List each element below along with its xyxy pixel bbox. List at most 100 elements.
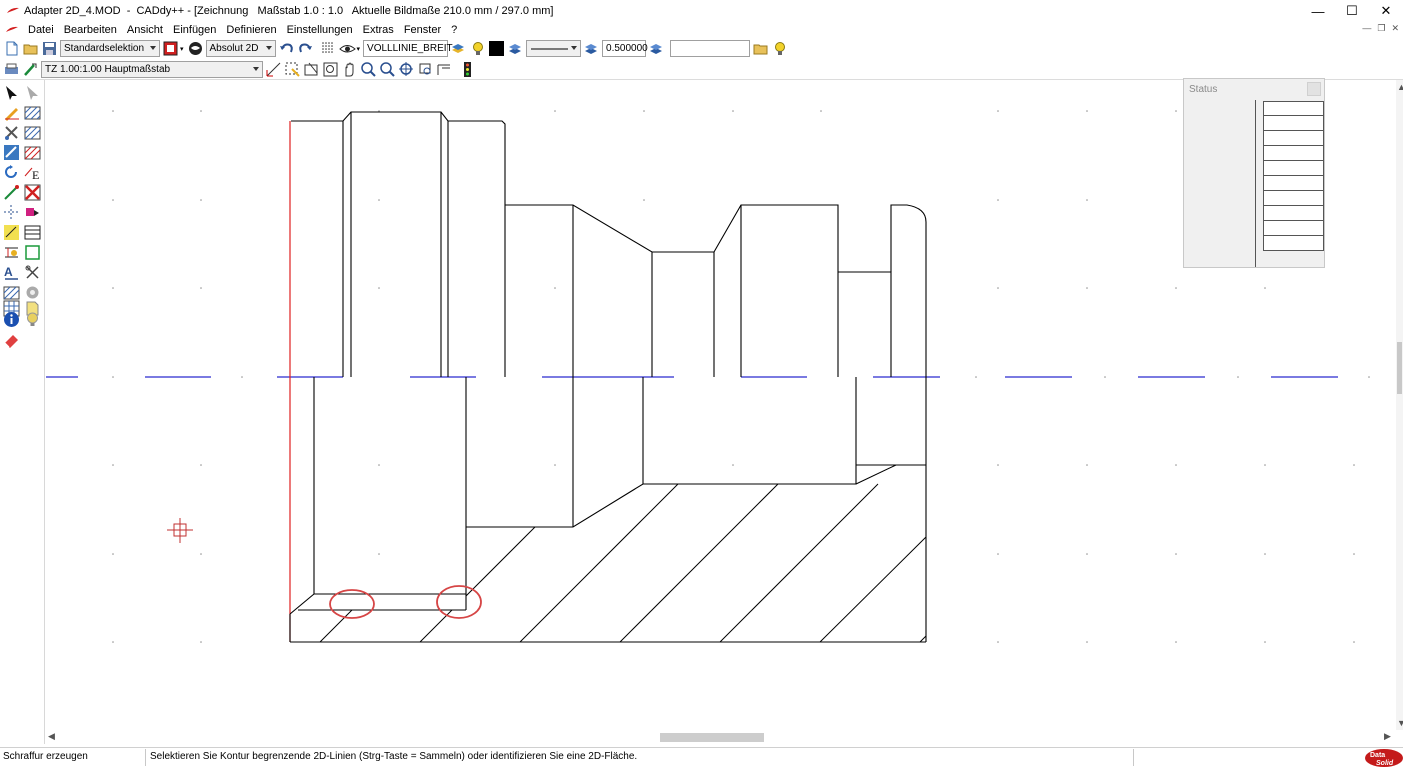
dimension-tool-icon[interactable] (3, 144, 20, 161)
layers-icon[interactable] (507, 40, 524, 57)
menu-help[interactable]: ? (446, 24, 462, 36)
pan-hand-icon[interactable] (341, 61, 358, 78)
horizontal-scrollbar-thumb[interactable] (660, 733, 764, 742)
layer-pick-icon[interactable] (450, 40, 467, 57)
select-arrow-icon[interactable] (3, 84, 20, 101)
select-arrow-gray-icon[interactable] (24, 84, 41, 101)
mdi-restore-icon[interactable]: ❐ (1377, 23, 1385, 34)
menu-extras[interactable]: Extras (358, 24, 399, 36)
hatch-pattern-icon[interactable] (24, 104, 41, 121)
maximize-button[interactable]: ☐ (1335, 0, 1369, 22)
hatch-edit-icon[interactable] (24, 144, 41, 161)
scroll-right-icon[interactable]: ▶ (1384, 731, 1391, 742)
highlight-select-icon[interactable] (3, 224, 20, 241)
menu-fenster[interactable]: Fenster (399, 24, 446, 36)
hatch-fill-icon[interactable] (24, 124, 41, 141)
mdi-close-icon[interactable]: ✕ (1391, 23, 1399, 34)
pen-layer-icon[interactable] (648, 40, 665, 57)
measure-icon[interactable] (265, 61, 282, 78)
rotate-icon[interactable] (3, 164, 20, 181)
line-style-field[interactable]: VOLLLINIE_BREIT (363, 40, 453, 57)
pick-pen-icon[interactable] (22, 61, 39, 78)
scroll-left-icon[interactable]: ◀ (48, 731, 55, 742)
zoom-all-icon[interactable] (322, 61, 339, 78)
line-width-value: 0.500000 (606, 43, 648, 54)
frame-green-icon[interactable] (24, 244, 41, 261)
left-tool-palette: E A (0, 80, 45, 744)
menu-ansicht[interactable]: Ansicht (122, 24, 168, 36)
info-icon[interactable] (3, 311, 20, 328)
menu-bearbeiten[interactable]: Bearbeiten (59, 24, 122, 36)
vertical-scrollbar[interactable] (1396, 80, 1403, 730)
status-panel-close-button[interactable] (1307, 82, 1321, 96)
menu-einfuegen[interactable]: Einfügen (168, 24, 221, 36)
visibility-eye-icon[interactable] (338, 40, 356, 57)
delete-hatch-icon[interactable] (24, 184, 41, 201)
status-row (1263, 146, 1324, 161)
lightbulb-icon[interactable] (469, 40, 486, 57)
lines-list-icon[interactable] (24, 224, 41, 241)
zoom-out-icon[interactable] (379, 61, 396, 78)
chevron-down-icon (150, 46, 156, 50)
vertex-icon[interactable] (3, 184, 20, 201)
dimension-scale-icon[interactable] (3, 244, 20, 261)
dropdown-arrow-icon[interactable]: ▾ (180, 45, 184, 53)
chevron-down-icon (265, 46, 272, 50)
menu-datei[interactable]: Datei (23, 24, 59, 36)
coordinate-mode-dropdown[interactable]: Absolut 2D (205, 40, 276, 57)
coordinate-globe-icon[interactable] (187, 40, 204, 57)
selection-filter-icon[interactable] (162, 40, 179, 57)
tools-scissors-icon[interactable] (3, 124, 20, 141)
status-panel-divider (1255, 100, 1256, 267)
vertical-scrollbar-thumb[interactable] (1397, 342, 1402, 394)
status-row (1263, 221, 1324, 236)
text-pen-icon[interactable]: A (3, 264, 20, 281)
line-width-icon[interactable] (583, 40, 600, 57)
status-row (1263, 191, 1324, 206)
traffic-light-icon[interactable] (459, 61, 476, 78)
text-e-icon[interactable]: E (24, 164, 41, 181)
hatch-lines-icon[interactable] (3, 284, 20, 301)
grid-icon[interactable] (320, 40, 337, 57)
scroll-up-icon[interactable]: ▲ (1397, 82, 1403, 92)
open-folder-icon[interactable] (22, 40, 39, 57)
zoom-in-icon[interactable] (360, 61, 377, 78)
folder-icon[interactable] (752, 40, 769, 57)
view-toolbar: TZ 1.00:1.00 Hauptmaßstab (0, 59, 1403, 80)
dropdown-arrow-icon[interactable]: ▾ (357, 45, 361, 53)
zoom-window-icon[interactable] (284, 61, 301, 78)
bulb-gray-icon[interactable] (24, 311, 41, 328)
lightbulb-on-icon[interactable] (771, 40, 788, 57)
print-icon[interactable] (3, 61, 20, 78)
new-file-icon[interactable] (3, 40, 20, 57)
mdi-minimize-icon[interactable]: — (1362, 23, 1371, 34)
save-icon[interactable] (41, 40, 58, 57)
eraser-icon[interactable] (3, 331, 20, 348)
line-width-field[interactable]: 0.500000 (602, 40, 648, 57)
scroll-down-icon[interactable]: ▼ (1397, 718, 1403, 728)
symbol-pink-icon[interactable] (24, 204, 41, 221)
construction-line-icon[interactable] (3, 204, 20, 221)
zoom-extents-icon[interactable] (398, 61, 415, 78)
gear-gray-icon[interactable] (24, 284, 41, 301)
document-logo-icon[interactable] (5, 25, 19, 35)
zoom-region-icon[interactable] (303, 61, 320, 78)
selection-mode-dropdown[interactable]: Standardselektion (60, 40, 160, 57)
view-scale-dropdown[interactable]: TZ 1.00:1.00 Hauptmaßstab (41, 60, 263, 78)
redo-icon[interactable] (297, 40, 314, 57)
draw-pencil-icon[interactable] (3, 104, 20, 121)
redraw-icon[interactable] (436, 61, 453, 78)
svg-text:A: A (4, 265, 13, 279)
menu-einstellungen[interactable]: Einstellungen (282, 24, 358, 36)
line-type-dropdown[interactable] (526, 40, 582, 57)
color-swatch-icon[interactable] (488, 40, 505, 57)
search-field[interactable] (670, 40, 751, 57)
minimize-button[interactable]: — (1301, 0, 1335, 22)
undo-icon[interactable] (278, 40, 295, 57)
chevron-down-icon (571, 46, 578, 50)
cursor-crosshair-icon (167, 518, 193, 543)
zoom-previous-icon[interactable] (417, 61, 434, 78)
cut-tool-icon[interactable] (24, 264, 41, 281)
menu-definieren[interactable]: Definieren (221, 24, 281, 36)
close-button[interactable]: ✕ (1369, 0, 1403, 22)
